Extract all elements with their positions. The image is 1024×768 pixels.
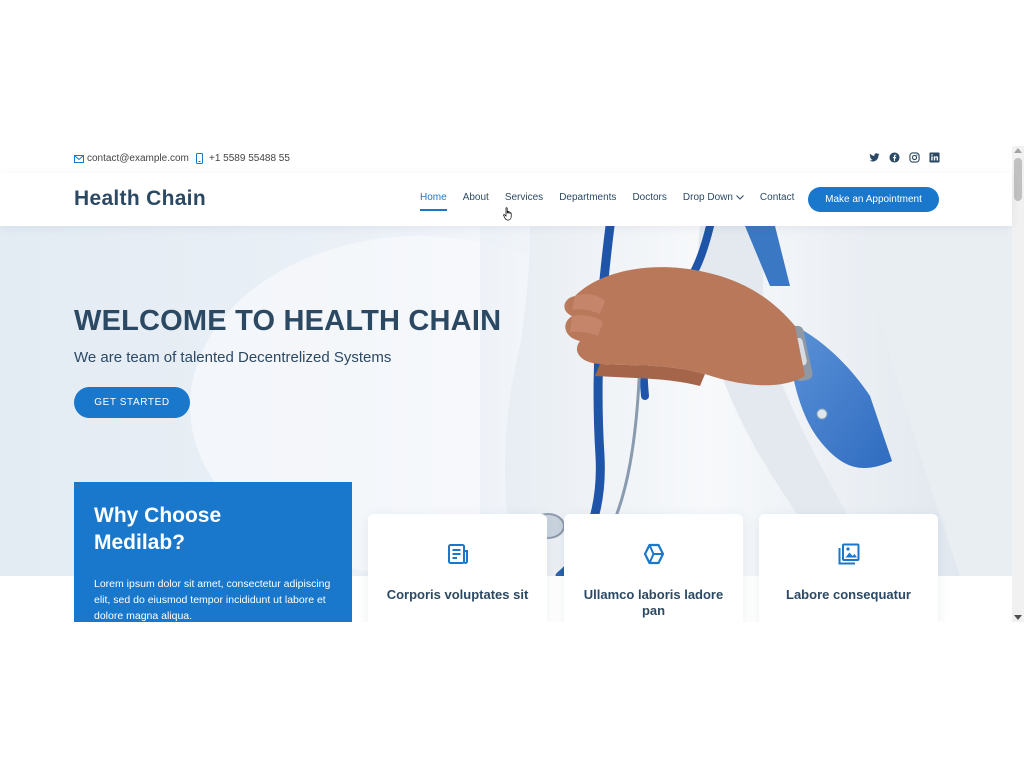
chevron-down-icon bbox=[736, 195, 744, 200]
scroll-up-arrow-icon[interactable] bbox=[1014, 148, 1022, 153]
icon-box-title: Labore consequatur bbox=[786, 587, 911, 602]
icon-box: Corporis voluptates sit bbox=[368, 514, 547, 622]
nav-item-home[interactable]: Home bbox=[420, 192, 447, 211]
twitter-icon[interactable] bbox=[869, 152, 880, 163]
nav-item-dropdown-label: Drop Down bbox=[682, 192, 733, 203]
why-choose-card: Why Choose Medilab? Lorem ipsum dolor si… bbox=[74, 482, 352, 622]
why-text: Lorem ipsum dolor sit amet, consectetur … bbox=[94, 578, 331, 622]
hand-cursor-icon bbox=[503, 207, 512, 221]
browser-viewport: contact@example.com +1 5589 55488 55 Hea… bbox=[0, 146, 1024, 622]
hero-title: WELCOME TO HEALTH CHAIN bbox=[74, 305, 502, 337]
nav-item-contact[interactable]: Contact bbox=[760, 192, 794, 207]
nav-item-about[interactable]: About bbox=[463, 192, 489, 207]
page-scrollbar[interactable] bbox=[1012, 146, 1024, 622]
nav-item-departments[interactable]: Departments bbox=[559, 192, 616, 207]
scroll-down-arrow-icon[interactable] bbox=[1014, 615, 1022, 620]
site-logo[interactable]: Health Chain bbox=[74, 187, 206, 211]
icon-box-title: Corporis voluptates sit bbox=[386, 587, 529, 602]
icon-box: Ullamco laboris ladore pan bbox=[564, 514, 743, 622]
images-icon bbox=[838, 543, 860, 565]
nav-item-services[interactable]: Services bbox=[505, 192, 543, 207]
icon-box-title: Ullamco laboris ladore pan bbox=[583, 587, 724, 618]
contact-phone[interactable]: +1 5589 55488 55 bbox=[196, 153, 290, 164]
cube-icon bbox=[643, 543, 665, 565]
phone-text: +1 5589 55488 55 bbox=[209, 153, 290, 164]
icon-box: Labore consequatur bbox=[759, 514, 938, 622]
topbar: contact@example.com +1 5589 55488 55 bbox=[0, 146, 1012, 173]
email-text: contact@example.com bbox=[87, 153, 189, 164]
hero-subtitle: We are team of talented Decentrelized Sy… bbox=[74, 349, 392, 366]
phone-icon bbox=[196, 153, 203, 164]
social-links bbox=[869, 152, 940, 163]
linkedin-icon[interactable] bbox=[929, 152, 940, 163]
scrollbar-thumb[interactable] bbox=[1014, 158, 1022, 201]
facebook-icon[interactable] bbox=[889, 152, 900, 163]
nav-item-dropdown[interactable]: Drop Down bbox=[683, 192, 744, 207]
envelope-icon bbox=[74, 154, 84, 163]
nav-item-doctors[interactable]: Doctors bbox=[632, 192, 666, 207]
why-title: Why Choose Medilab? bbox=[94, 504, 222, 554]
get-started-button[interactable]: GET STARTED bbox=[74, 387, 190, 418]
make-appointment-button[interactable]: Make an Appointment bbox=[808, 187, 939, 212]
main-nav: Home About Services Departments Doctors … bbox=[412, 192, 802, 211]
instagram-icon[interactable] bbox=[909, 152, 920, 163]
contact-email[interactable]: contact@example.com bbox=[74, 153, 189, 164]
document-icon bbox=[448, 544, 468, 564]
